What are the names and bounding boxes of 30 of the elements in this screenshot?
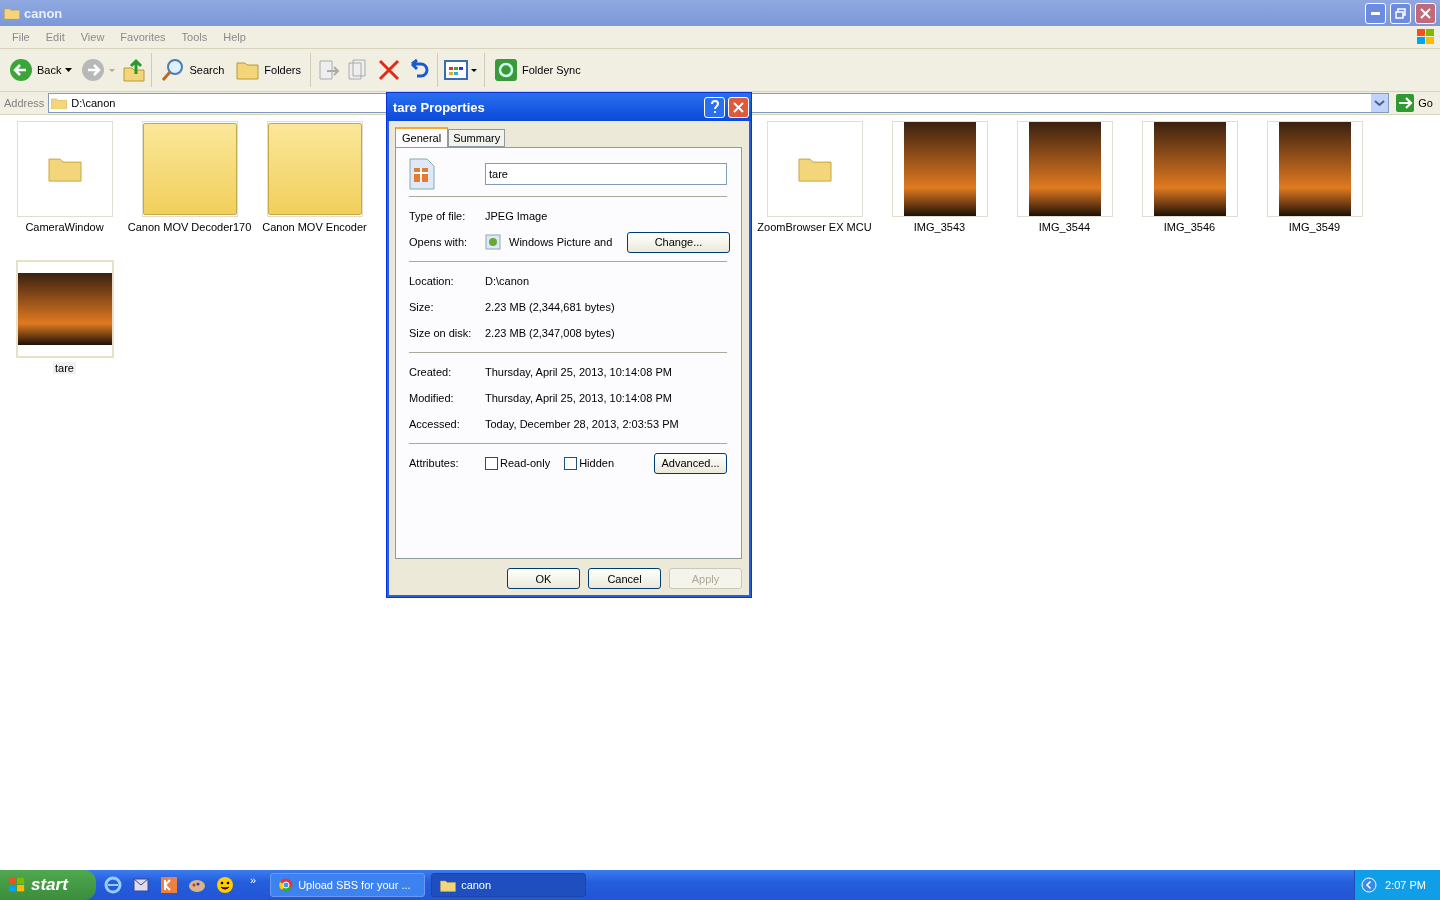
file-name: IMG_3549 [1287,221,1342,233]
field-label: Type of file: [409,210,467,222]
file-name: Canon MOV Decoder170 [126,221,253,233]
field-label: Attributes: [409,457,460,469]
file-name: Canon MOV Encoder [261,221,368,233]
field-value: Windows Picture and [509,236,614,248]
file-name: ZoomBrowser EX MCU [756,221,873,233]
field-label: Opens with: [409,236,469,248]
field-value: Today, December 28, 2013, 2:03:53 PM [485,418,680,430]
file-name: IMG_3543 [912,221,967,233]
field-label: Size on disk: [409,327,473,339]
file-name: CameraWindow [24,221,105,233]
field-label: Location: [409,275,455,287]
field-value: Thursday, April 25, 2013, 10:14:08 PM [485,392,673,404]
field-value: Thursday, April 25, 2013, 10:14:08 PM [485,366,673,378]
dialog-title: tare Properties [393,99,486,115]
window-title: canon [24,5,64,21]
field-label: Accessed: [409,418,461,430]
field-value: D:\canon [485,275,531,287]
field-value: 2.23 MB (2,347,008 bytes) [485,327,616,339]
field-value: JPEG Image [485,210,549,222]
field-value: 2.23 MB (2,344,681 bytes) [485,301,616,313]
file-name: tare [53,362,76,374]
file-name: IMG_3544 [1037,221,1092,233]
field-label: Size: [409,301,435,313]
address-label: Address [4,97,45,109]
file-name: IMG_3546 [1162,221,1217,233]
field-label: Created: [409,366,453,378]
field-label: Modified: [409,392,455,404]
clock: 2:07 PM [1385,879,1426,891]
